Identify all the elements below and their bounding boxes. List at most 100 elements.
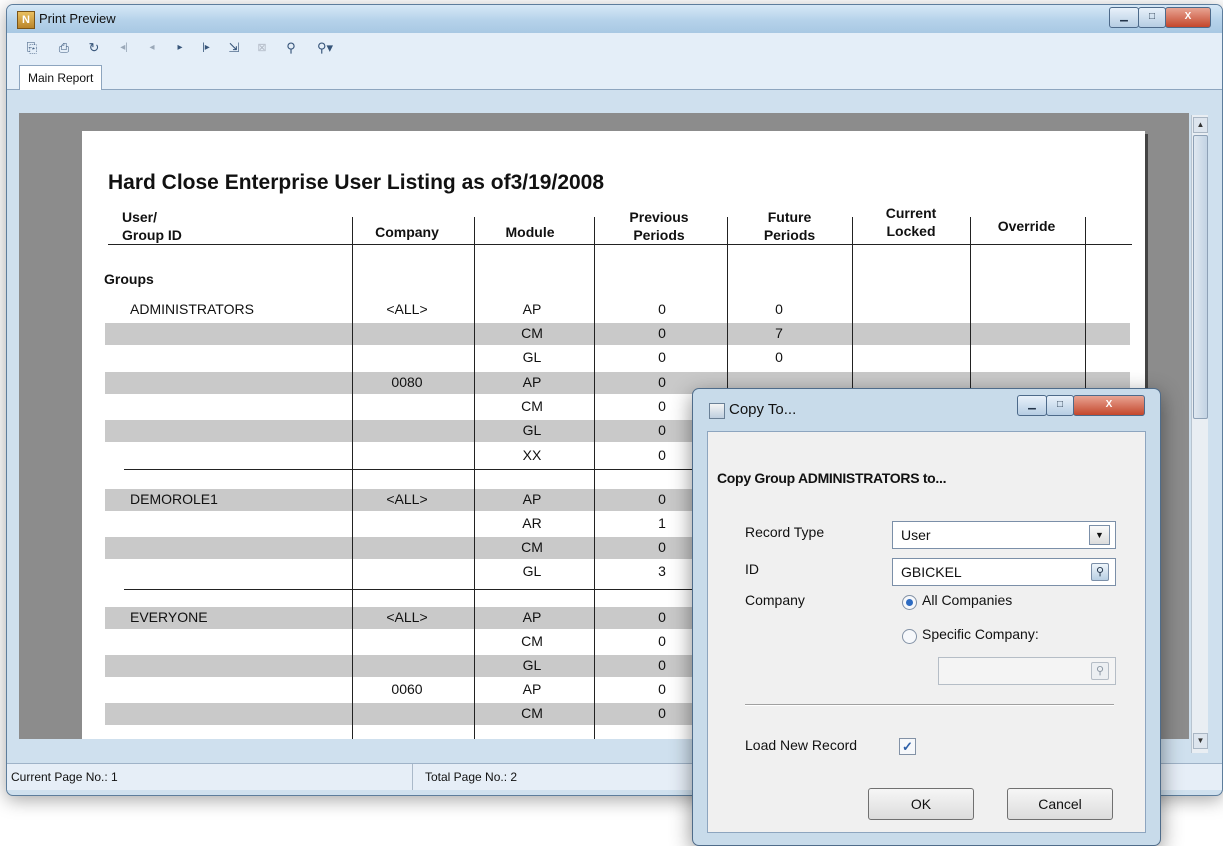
record-type-value: User [901,527,931,543]
cell-company: 0060 [391,681,423,697]
col-future-line2: Periods [763,227,816,243]
dialog-minimize-button[interactable]: ▁ [1017,395,1047,416]
cell-module: XX [522,447,542,463]
cell-module: CM [521,398,543,414]
app-icon: N [17,11,35,29]
status-total-pages: Total Page No.: 2 [425,770,518,784]
zoom-icon[interactable]: ⚲▾ [311,39,339,57]
cell-previous: 0 [658,374,666,390]
record-type-label: Record Type [745,524,825,540]
tab-main-report[interactable]: Main Report [19,65,103,90]
dialog-close-button[interactable]: X [1073,395,1145,416]
cell-module: GL [522,657,542,673]
stop-icon[interactable]: ⊠ [253,39,271,57]
col-future-line1: Future [767,209,812,225]
cell-previous: 0 [658,657,666,673]
col-current-line2: Locked [886,223,936,239]
cell-module: GL [522,422,542,438]
cell-future: 7 [775,325,783,341]
close-button[interactable]: X [1165,7,1211,28]
cell-previous: 0 [658,301,666,317]
column-rule [594,217,595,739]
id-value: GBICKEL [901,564,962,580]
radio-all-companies-label: All Companies [922,592,1013,608]
find-icon[interactable]: ⚲ [282,39,300,57]
goto-page-icon[interactable]: ⇲ [225,39,243,57]
next-page-icon[interactable]: ▸ [171,39,189,57]
column-rule [352,217,353,739]
id-field[interactable]: GBICKEL ⚲ [892,558,1116,586]
cell-module: AR [522,515,542,531]
col-previous-line1: Previous [629,209,689,225]
cell-module: CM [521,539,543,555]
lookup-search-icon[interactable]: ⚲ [1091,563,1109,581]
cell-future: 0 [775,301,783,317]
scroll-up-icon[interactable]: ▲ [1193,117,1208,133]
cell-previous: 0 [658,681,666,697]
cell-previous: 0 [658,705,666,721]
cancel-button[interactable]: Cancel [1007,788,1113,820]
window-title: Print Preview [39,11,116,26]
column-rule [474,217,475,739]
title-bar[interactable]: N Print Preview ▁ □ X [7,5,1222,33]
dialog-heading: Copy Group ADMINISTRATORS to... [717,470,947,486]
scroll-thumb[interactable] [1193,135,1208,419]
radio-specific-company-label: Specific Company: [922,626,1039,642]
specific-company-field[interactable]: ⚲ [938,657,1116,685]
cell-module: CM [521,633,543,649]
cell-group: DEMOROLE1 [130,491,218,507]
cell-previous: 0 [658,447,666,463]
radio-selected-dot [906,599,913,606]
copy-icon [709,403,725,419]
export-icon[interactable]: ⎘ [23,39,41,57]
status-current-page: Current Page No.: 1 [11,770,118,784]
record-type-select[interactable]: User ▼ [892,521,1116,549]
radio-all-companies[interactable] [902,595,917,610]
tab-strip: Main Report [7,63,1222,90]
report-title: Hard Close Enterprise User Listing as of… [108,171,605,194]
chevron-down-icon[interactable]: ▼ [1089,525,1110,545]
dialog-separator [745,704,1114,706]
load-new-record-label: Load New Record [745,737,858,753]
cell-module: CM [521,325,543,341]
cell-module: AP [522,491,542,507]
cell-module: GL [522,349,542,365]
cell-group: ADMINISTRATORS [130,301,254,317]
dialog-maximize-button[interactable]: □ [1046,395,1074,416]
last-page-icon[interactable]: |▸ [197,39,215,57]
cell-previous: 0 [658,422,666,438]
dialog-title: Copy To... [729,401,797,418]
company-label: Company [745,592,805,608]
cell-module: AP [522,374,542,390]
prev-page-icon[interactable]: ◂ [143,39,161,57]
cell-previous: 1 [658,515,666,531]
col-company: Company [375,224,439,240]
maximize-button[interactable]: □ [1138,7,1166,28]
col-current-line1: Current [885,205,937,221]
header-rule [108,244,1132,245]
print-icon[interactable]: ⎙ [55,39,73,57]
radio-specific-company[interactable] [902,629,917,644]
cell-future: 0 [775,349,783,365]
cell-previous: 3 [658,563,666,579]
col-user-line1: User/ [122,209,158,225]
company-lookup-search-icon[interactable]: ⚲ [1091,662,1109,680]
section-groups: Groups [104,271,154,287]
cell-company: <ALL> [386,301,428,317]
cell-previous: 0 [658,539,666,555]
cell-module: AP [522,301,542,317]
refresh-icon[interactable]: ↻ [85,39,103,57]
vertical-scrollbar[interactable]: ▲ ▼ [1191,115,1208,753]
cell-company: <ALL> [386,609,428,625]
toolbar: ⎘ ⎙ ↻ ◂| ◂ ▸ |▸ ⇲ ⊠ ⚲ ⚲▾ [7,33,1222,63]
scroll-down-icon[interactable]: ▼ [1193,733,1208,749]
cell-previous: 0 [658,609,666,625]
load-new-record-checkbox[interactable]: ✓ [899,738,916,755]
col-module: Module [505,224,555,240]
minimize-button[interactable]: ▁ [1109,7,1139,28]
cell-previous: 0 [658,398,666,414]
status-divider [412,764,413,790]
ok-button[interactable]: OK [868,788,974,820]
first-page-icon[interactable]: ◂| [115,39,133,57]
id-label: ID [745,561,759,577]
